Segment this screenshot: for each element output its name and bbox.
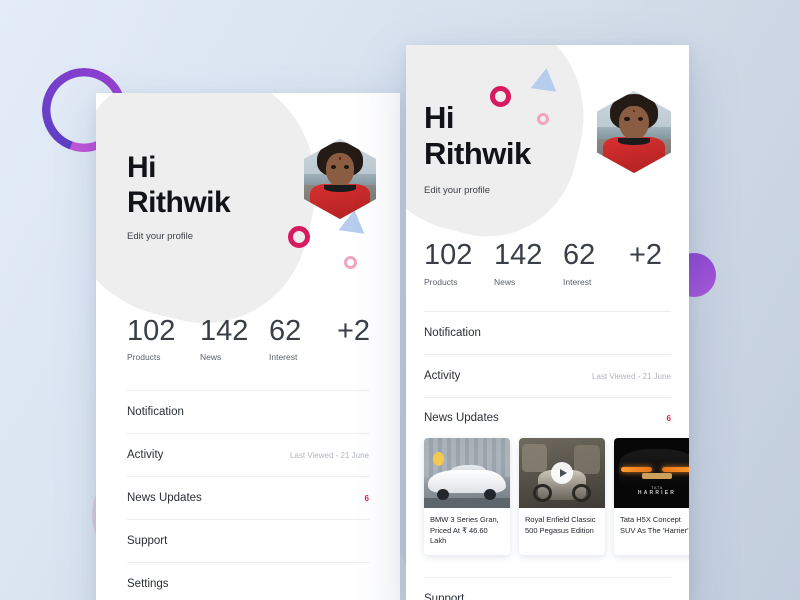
menu-label: Support	[424, 592, 465, 600]
thumb-headlamp-left	[620, 467, 652, 473]
stat-label: Interest	[563, 277, 592, 287]
stat-value: 102	[424, 239, 473, 271]
stat-value: 142	[200, 315, 249, 347]
thumb-wheel-rear	[572, 484, 592, 503]
stat-interest[interactable]: 62 Interest	[269, 315, 337, 363]
profile-card-front: Hi Rithwik Edit your profile 102 Product…	[406, 45, 689, 600]
avatar-eye-left	[330, 164, 336, 169]
thumb-bg-blur-left	[522, 443, 547, 472]
thumb-grille	[641, 473, 673, 479]
menu-label: Activity	[424, 370, 461, 382]
play-icon[interactable]	[551, 462, 573, 484]
stat-label: News	[494, 277, 516, 287]
stat-value: +2	[629, 239, 663, 271]
edit-profile-link-back[interactable]: Edit your profile	[96, 220, 400, 242]
menu-label: Support	[127, 535, 168, 547]
news-card-strip[interactable]: BMW 3 Series Gran, Priced At ₹ 46.60 Lak…	[424, 438, 689, 555]
news-section-title: News Updates	[424, 412, 499, 424]
menu-label: Notification	[424, 327, 481, 339]
news-caption: Tata H5X Concept SUV As The 'Harrier'	[620, 515, 689, 535]
stats-row: 102 Products 142 News 62 Interest +2	[406, 239, 689, 288]
stat-label: Products	[424, 277, 458, 287]
profile-header-back: Hi Rithwik Edit your profile	[96, 93, 400, 346]
edit-profile-link[interactable]: Edit your profile	[406, 173, 689, 196]
menu-label: News Updates	[127, 492, 202, 504]
stat-products[interactable]: 102 Products	[424, 239, 494, 288]
profile-header-front: Hi Rithwik Edit your profile	[406, 45, 689, 256]
menu-meta: Last Viewed - 21 June	[289, 450, 369, 460]
menu-meta: Last Viewed - 21 June	[591, 371, 671, 381]
thumb-road	[424, 498, 510, 508]
news-badge: 6	[666, 413, 671, 423]
thumb-wheel-front	[532, 484, 552, 503]
news-caption: BMW 3 Series Gran, Priced At ₹ 46.60 Lak…	[430, 515, 499, 546]
news-updates-header[interactable]: News Updates 6	[424, 398, 671, 438]
menu-item-news-updates[interactable]: News Updates 6	[127, 477, 369, 519]
menu-item-support[interactable]: Support	[424, 578, 671, 600]
stat-label: News	[200, 352, 222, 362]
news-badge: 6	[364, 493, 369, 503]
menu-label: Activity	[127, 449, 164, 461]
stat-news[interactable]: 142 News	[200, 315, 269, 363]
menu-item-support[interactable]: Support	[127, 520, 369, 562]
menu-item-activity[interactable]: Activity Last Viewed - 21 June	[424, 355, 671, 397]
news-card[interactable]: TATA HARRIER Tata H5X Concept SUV As The…	[614, 438, 689, 555]
decor-ring-small-icon	[344, 256, 357, 269]
menu-item-activity[interactable]: Activity Last Viewed - 21 June	[127, 434, 369, 476]
news-caption: Royal Enfield Classic 500 Pegasus Editio…	[525, 515, 596, 535]
stats-row-back: 102 Products 142 News 62 Interest +2	[96, 305, 400, 363]
avatar-eye-right	[343, 164, 349, 169]
menu-label: Settings	[127, 578, 169, 590]
thumb-sun	[432, 452, 444, 466]
stat-label: Products	[127, 352, 161, 362]
stat-value: 62	[563, 239, 596, 271]
news-card[interactable]: BMW 3 Series Gran, Priced At ₹ 46.60 Lak…	[424, 438, 510, 555]
news-card[interactable]: Royal Enfield Classic 500 Pegasus Editio…	[519, 438, 605, 555]
stat-value: 62	[269, 315, 302, 347]
profile-card-back: Hi Rithwik Edit your profile 102 Product…	[96, 93, 400, 600]
news-thumbnail-tata-harrier[interactable]: TATA HARRIER	[614, 438, 689, 508]
news-thumbnail-bmw[interactable]	[424, 438, 510, 508]
news-thumbnail-royal-enfield[interactable]	[519, 438, 605, 508]
avatar-collar	[324, 184, 356, 192]
stat-products[interactable]: 102 Products	[127, 315, 200, 363]
stat-interest[interactable]: 62 Interest	[563, 239, 629, 288]
stat-value: 142	[494, 239, 543, 271]
menu-item-settings[interactable]: Settings	[127, 563, 369, 600]
stat-value: +2	[337, 315, 371, 347]
menu-item-notification[interactable]: Notification	[424, 312, 671, 354]
thumb-headlamp-right	[662, 467, 689, 473]
menu-item-notification[interactable]: Notification	[127, 391, 369, 433]
avatar-eye-left	[624, 117, 630, 122]
stat-label: Interest	[269, 352, 298, 362]
stat-more[interactable]: +2	[629, 241, 662, 287]
stat-news[interactable]: 142 News	[494, 239, 563, 288]
thumb-model-word: HARRIER	[637, 489, 677, 496]
stat-value: 102	[127, 315, 176, 347]
stat-more[interactable]: +2	[337, 317, 370, 362]
menu-label: Notification	[127, 406, 184, 418]
